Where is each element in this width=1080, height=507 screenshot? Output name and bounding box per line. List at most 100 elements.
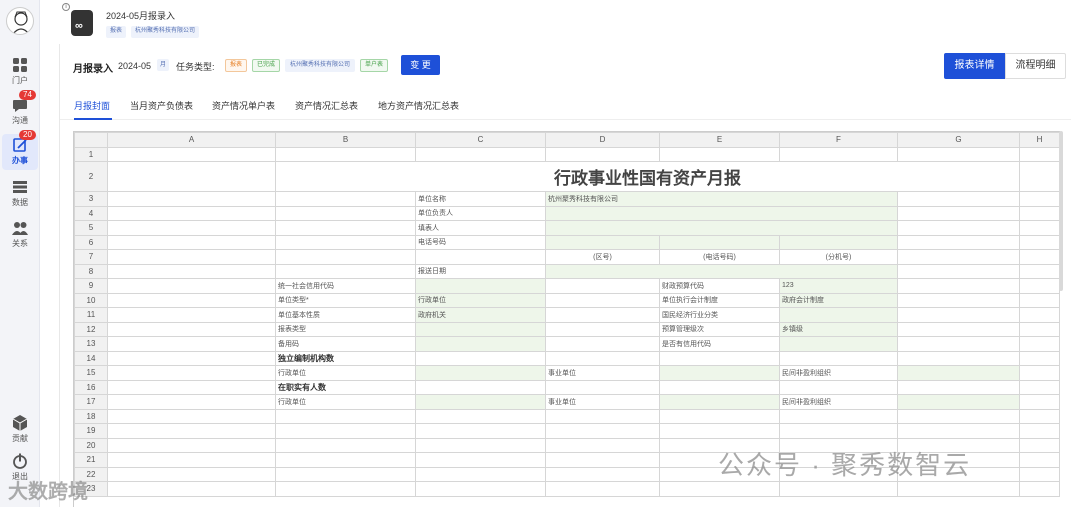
row-number[interactable]: 1	[74, 146, 108, 162]
sidebar-item-chat[interactable]: 74 沟通	[2, 90, 38, 130]
report-detail-button[interactable]: 报表详情	[944, 53, 1005, 79]
table-row: 10 单位类型* 行政单位 单位执行会计制度 政府会计制度	[74, 292, 1060, 308]
row-number[interactable]: 18	[74, 408, 108, 424]
backup-code-field[interactable]	[415, 336, 546, 352]
label-filler: 填表人	[415, 220, 546, 236]
row-number[interactable]: 17	[74, 394, 108, 410]
row-number[interactable]: 21	[74, 452, 108, 468]
row-number[interactable]: 20	[74, 437, 108, 453]
ngo-count-field[interactable]	[897, 365, 1020, 381]
grid-icon	[13, 58, 27, 72]
task-type-label: 任务类型:	[176, 62, 215, 72]
unread-badge: 74	[19, 90, 36, 100]
tag-report: 报表	[106, 26, 127, 38]
cube-icon	[12, 415, 28, 431]
budget-level-field[interactable]: 乡镇级	[779, 321, 898, 337]
tab-asset-summary[interactable]: 资产情况汇总表	[295, 99, 358, 112]
row-number[interactable]: 10	[74, 292, 108, 308]
column-header[interactable]: B	[275, 132, 416, 148]
unit-head-field[interactable]	[545, 205, 898, 221]
vertical-scrollbar[interactable]	[1059, 131, 1063, 291]
sidebar-item-tasks[interactable]: 20 办事	[2, 130, 38, 170]
column-header[interactable]: F	[779, 132, 898, 148]
table-row: 14 独立编制机构数	[74, 350, 1060, 366]
row-number[interactable]: 9	[74, 278, 108, 294]
row-number[interactable]: 3	[74, 191, 108, 207]
admin-unit-count-field[interactable]	[415, 365, 546, 381]
admin-staff-field[interactable]	[415, 394, 546, 410]
table-row: 23	[74, 481, 1060, 497]
row-number[interactable]: 19	[74, 423, 108, 439]
table-row: 7 (区号) (电话号码) (分机号)	[74, 249, 1060, 265]
row-number[interactable]: 16	[74, 379, 108, 395]
tab-balance-sheet[interactable]: 当月资产负债表	[130, 99, 193, 112]
avatar[interactable]	[6, 7, 34, 35]
credit-code-field[interactable]	[415, 278, 546, 294]
row-number[interactable]: 12	[74, 321, 108, 337]
row-number[interactable]: 8	[74, 263, 108, 279]
public-staff-field[interactable]	[659, 394, 780, 410]
power-icon	[13, 453, 27, 469]
table-row: 11 单位基本性质 政府机关 国民经济行业分类	[74, 307, 1060, 323]
tab-local-asset-summary[interactable]: 地方资产情况汇总表	[378, 99, 459, 112]
table-row: 6 电话号码	[74, 234, 1060, 250]
unit-type-field[interactable]: 行政单位	[415, 292, 546, 308]
label-phone: 电话号码	[415, 234, 546, 250]
column-header[interactable]: G	[897, 132, 1020, 148]
sidebar-item-portal[interactable]: 门户	[2, 54, 38, 90]
column-header[interactable]: A	[107, 132, 276, 148]
table-row: 9 统一社会信用代码 财政预算代码 123	[74, 278, 1060, 294]
sidebar-item-label: 沟通	[12, 116, 28, 125]
row-number[interactable]: 7	[74, 249, 108, 265]
column-header[interactable]: D	[545, 132, 660, 148]
table-row: 8 报送日期	[74, 263, 1060, 279]
tab-cover[interactable]: 月报封面	[74, 99, 110, 112]
info-icon[interactable]: i	[62, 3, 70, 11]
tab-asset-single[interactable]: 资产情况单户表	[212, 99, 275, 112]
unit-nature-field[interactable]: 政府机关	[415, 307, 546, 323]
sidebar-item-label: 贡献	[12, 434, 28, 443]
row-number[interactable]: 15	[74, 365, 108, 381]
sheet-grid: A B C D E F G H 1 2 行政事业性国有资产月报 3 单位名称 杭州聚秀…	[74, 132, 1060, 497]
has-credit-field[interactable]	[779, 336, 898, 352]
ext-field[interactable]	[779, 234, 898, 250]
row-number[interactable]: 2	[74, 161, 108, 192]
report-type-field[interactable]	[415, 321, 546, 337]
public-unit-count-field[interactable]	[659, 365, 780, 381]
report-title: 行政事业性国有资产月报	[275, 161, 1020, 192]
row-number[interactable]: 11	[74, 307, 108, 323]
sidebar-item-contribute[interactable]: 贡献	[2, 412, 38, 448]
area-code-field[interactable]	[545, 234, 660, 250]
row-number[interactable]: 4	[74, 205, 108, 221]
label-unit-type: 单位类型*	[275, 292, 416, 308]
corner-cell[interactable]	[74, 132, 108, 148]
unit-name-field[interactable]: 杭州聚秀科技有限公司	[545, 191, 898, 207]
column-header[interactable]: H	[1019, 132, 1060, 148]
column-header[interactable]: E	[659, 132, 780, 148]
row-number[interactable]: 5	[74, 220, 108, 236]
industry-field[interactable]	[779, 307, 898, 323]
sidebar: 门户 74 沟通 20 办事 数据 关系 贡献 退出	[0, 0, 40, 507]
filler-field[interactable]	[545, 220, 898, 236]
sidebar-item-relations[interactable]: 关系	[2, 217, 38, 253]
table-row: 5 填表人	[74, 220, 1060, 236]
column-header[interactable]: C	[415, 132, 546, 148]
row-number[interactable]: 13	[74, 336, 108, 352]
label-budget-level: 预算管理级次	[659, 321, 780, 337]
sidebar-item-label: 门户	[12, 76, 28, 85]
app-window: 门户 74 沟通 20 办事 数据 关系 贡献 退出 i ∞ 2024-05月报…	[0, 0, 1080, 507]
section-staff: 在职实有人数	[275, 379, 416, 395]
database-icon	[13, 181, 27, 193]
ngo-staff-field[interactable]	[897, 394, 1020, 410]
process-detail-button[interactable]: 流程明细	[1005, 53, 1066, 79]
send-date-field[interactable]	[545, 263, 898, 279]
accounting-field[interactable]: 政府会计制度	[779, 292, 898, 308]
change-button[interactable]: 变 更	[401, 55, 440, 75]
active-tab-indicator	[74, 118, 112, 120]
row-number[interactable]: 6	[74, 234, 108, 250]
budget-code-field[interactable]: 123	[779, 278, 898, 294]
label-ngo: 民间非盈利组织	[779, 365, 898, 381]
phone-field[interactable]	[659, 234, 780, 250]
sidebar-item-data[interactable]: 数据	[2, 176, 38, 212]
row-number[interactable]: 14	[74, 350, 108, 366]
